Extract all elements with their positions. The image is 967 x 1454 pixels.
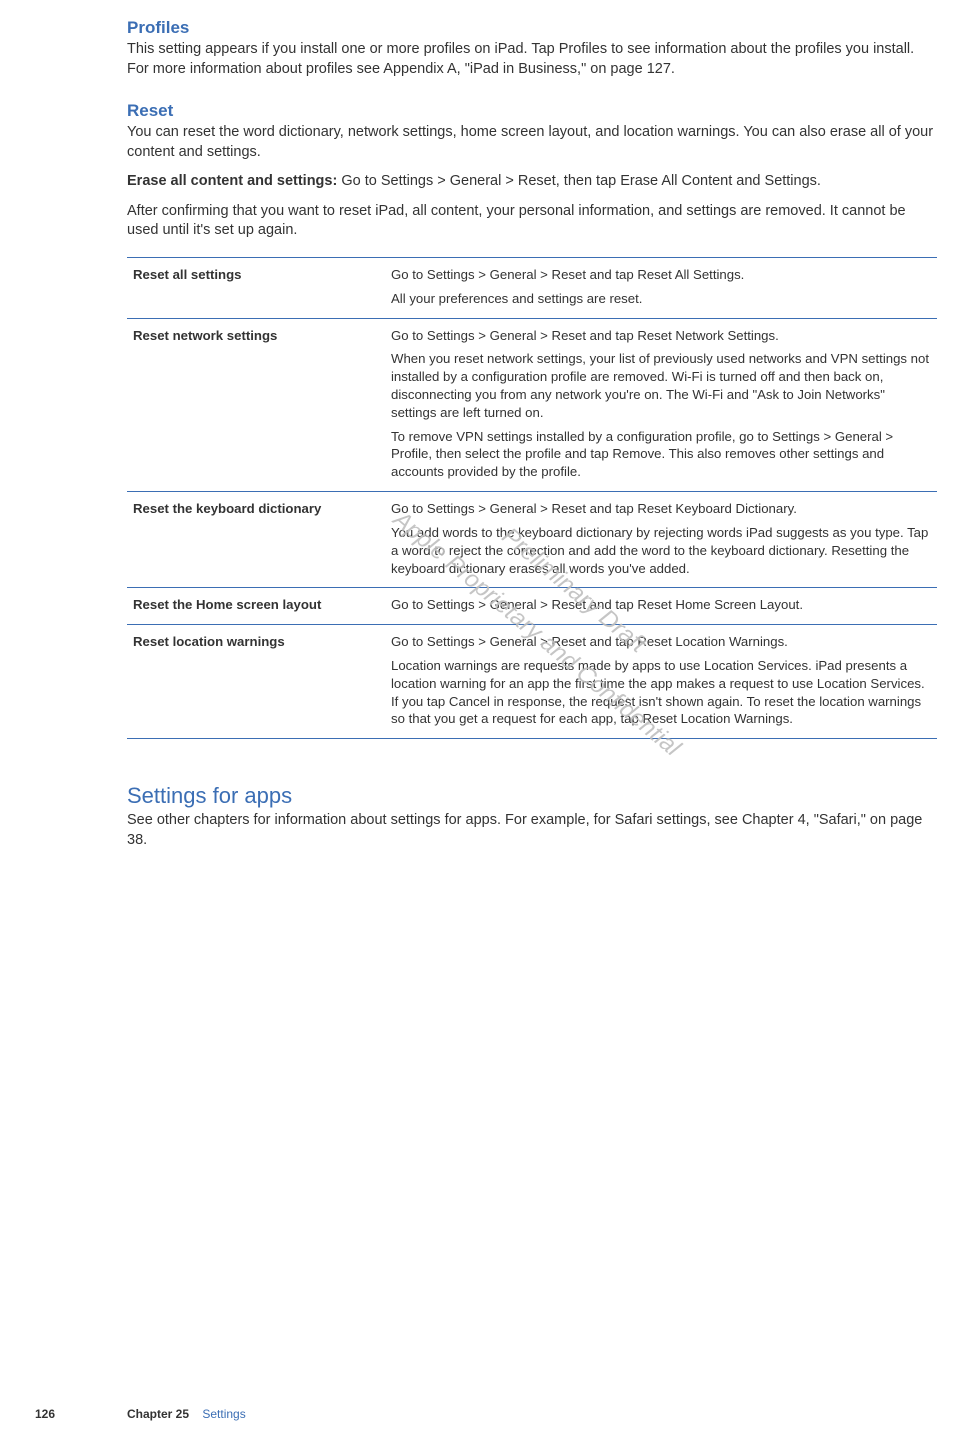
chapter-title: Settings [202, 1407, 245, 1421]
chapter-label: Chapter 25 Settings [127, 1407, 246, 1421]
page-content: Profiles This setting appears if you ins… [127, 18, 937, 850]
page-number: 126 [35, 1407, 55, 1421]
table-row: Reset the keyboard dictionary Go to Sett… [127, 492, 937, 588]
table-row: Reset location warnings Go to Settings >… [127, 625, 937, 739]
settings-for-apps-body: See other chapters for information about… [127, 811, 937, 850]
reset-after: After confirming that you want to reset … [127, 202, 937, 241]
row-label: Reset all settings [127, 257, 385, 318]
reset-intro: You can reset the word dictionary, netwo… [127, 123, 937, 162]
profiles-body: This setting appears if you install one … [127, 40, 937, 79]
row-para: When you reset network settings, your li… [391, 350, 931, 421]
chapter-number: Chapter 25 [127, 1407, 189, 1421]
row-desc: Go to Settings > General > Reset and tap… [385, 318, 937, 492]
row-desc: Go to Settings > General > Reset and tap… [385, 492, 937, 588]
row-para: You add words to the keyboard dictionary… [391, 524, 931, 577]
row-para: Go to Settings > General > Reset and tap… [391, 500, 931, 518]
table-row: Reset all settings Go to Settings > Gene… [127, 257, 937, 318]
settings-for-apps-heading: Settings for apps [127, 783, 937, 809]
row-label: Reset location warnings [127, 625, 385, 739]
row-para: Go to Settings > General > Reset and tap… [391, 327, 931, 345]
row-label: Reset the Home screen layout [127, 588, 385, 625]
row-para: Go to Settings > General > Reset and tap… [391, 596, 931, 614]
row-para: To remove VPN settings installed by a co… [391, 428, 931, 481]
row-para: Location warnings are requests made by a… [391, 657, 931, 728]
table-row: Reset network settings Go to Settings > … [127, 318, 937, 492]
row-para: All your preferences and settings are re… [391, 290, 931, 308]
erase-body: Go to Settings > General > Reset, then t… [337, 173, 821, 189]
reset-table: Reset all settings Go to Settings > Gene… [127, 257, 937, 739]
row-para: Go to Settings > General > Reset and tap… [391, 633, 931, 651]
row-label: Reset network settings [127, 318, 385, 492]
profiles-heading: Profiles [127, 18, 937, 38]
row-label: Reset the keyboard dictionary [127, 492, 385, 588]
row-desc: Go to Settings > General > Reset and tap… [385, 625, 937, 739]
erase-paragraph: Erase all content and settings: Go to Se… [127, 172, 937, 192]
erase-label: Erase all content and settings: [127, 173, 337, 189]
row-desc: Go to Settings > General > Reset and tap… [385, 257, 937, 318]
row-desc: Go to Settings > General > Reset and tap… [385, 588, 937, 625]
row-para: Go to Settings > General > Reset and tap… [391, 266, 931, 284]
reset-heading: Reset [127, 101, 937, 121]
table-row: Reset the Home screen layout Go to Setti… [127, 588, 937, 625]
